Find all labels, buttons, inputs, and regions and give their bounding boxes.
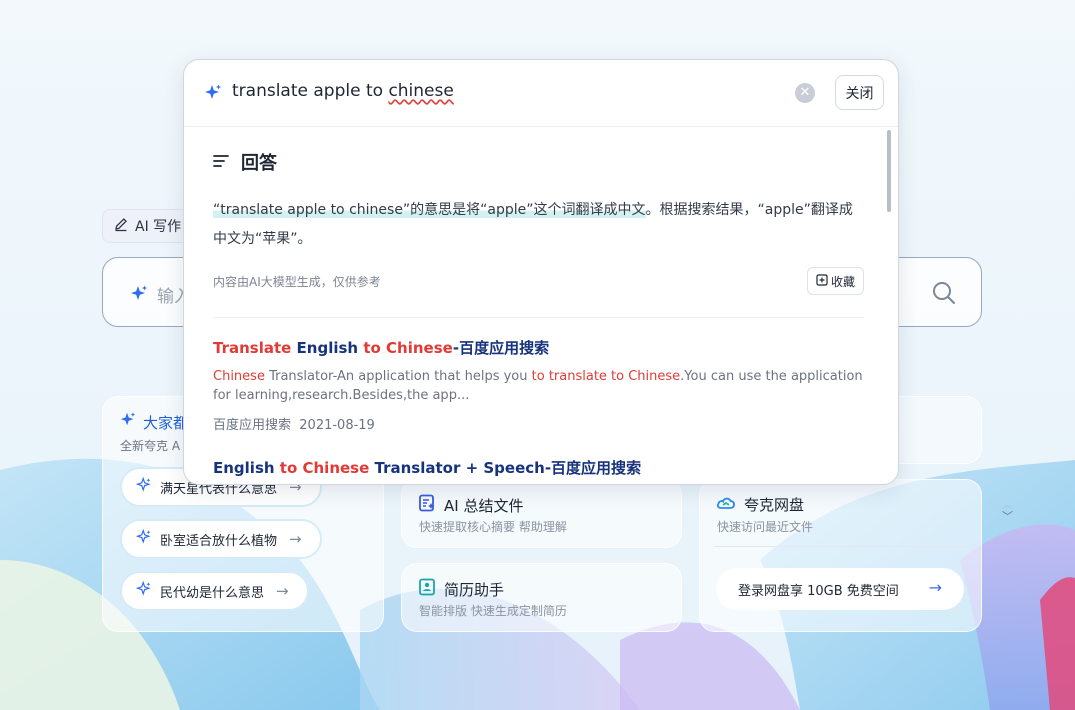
text-lines-icon [213,152,229,173]
cloud-icon [716,495,736,515]
cloud-title: 夸克网盘 [716,494,804,515]
clear-icon[interactable]: ✕ [795,83,815,103]
collect-button[interactable]: 收藏 [807,267,864,295]
popular-subtitle: 全新夸克 A [120,439,181,453]
search-popup: translate apple to chinese ✕ 关闭 回答 “tran… [183,59,899,485]
ai-write-tab[interactable]: AI 写作 [102,209,192,243]
bookmark-icon [816,273,828,289]
search-icon[interactable] [931,280,957,310]
chevron-down-icon: ﹀ [1002,510,1013,523]
resume-sub: 智能排版 快速生成定制简历 [419,604,567,618]
ai-summary-sub: 快速提取核心摘要 帮助理解 [419,520,567,534]
query-input[interactable]: translate apple to chinese [232,81,454,101]
ai-summary-card[interactable]: AI 总结文件 快速提取核心摘要 帮助理解 [401,479,682,548]
sparkle-icon [135,580,152,601]
ai-disclaimer: 内容由AI大模型生成，仅供参考 [213,275,381,289]
result-title-link[interactable]: English to Chinese Translator + Speech-百… [213,457,641,478]
cloud-login-button[interactable]: 登录网盘享 10GB 免费空间 → [716,568,964,610]
cloud-sub: 快速访问最近文件 [717,520,814,534]
arrow-right-icon: → [276,582,289,600]
suggestion-pill[interactable]: 卧室适合放什么植物 → [120,519,322,559]
resume-title: 简历助手 [418,578,504,600]
result-date: 2021-08-19 [299,418,375,433]
pen-icon [113,216,129,236]
close-button[interactable]: 关闭 [835,75,884,110]
result-title-link[interactable]: Translate English to Chinese-百度应用搜索 [213,337,549,358]
resume-icon [418,578,436,600]
sparkle-icon [129,284,149,308]
sparkle-icon [135,476,152,497]
suggestion-text: 卧室适合放什么植物 [160,533,278,549]
result-meta: 百度应用搜索 2021-08-19 [213,414,375,433]
result-snippet: Chinese Translator-An application that h… [213,369,863,403]
ai-summary-title: AI 总结文件 [418,494,523,516]
ai-write-label: AI 写作 [135,219,182,235]
answer-body: “translate apple to chinese”的意思是将“apple”… [213,196,863,254]
scrollbar[interactable] [887,130,891,212]
result-source: 百度应用搜索 [213,418,292,433]
cloud-drive-card: 夸克网盘 快速访问最近文件 登录网盘享 10GB 免费空间 → [699,479,982,632]
sparkle-icon [135,528,152,549]
sparkle-icon [119,411,137,433]
suggestion-text: 民代幼是什么意思 [160,585,265,601]
divider [213,317,864,318]
resume-card[interactable]: 简历助手 智能排版 快速生成定制简历 [401,563,682,632]
cloud-divider [714,546,967,547]
answer-heading: 回答 [213,149,277,175]
suggestion-pill[interactable]: 民代幼是什么意思 → [120,571,309,611]
answer-highlight: “translate apple to chinese”的意思是将“apple”… [213,202,646,218]
document-ai-icon [418,494,436,516]
popular-heading: 大家都 [119,411,188,433]
arrow-right-icon: → [289,530,302,548]
arrow-right-icon: → [928,578,942,597]
scroll-indicator[interactable]: ︿ ﹀ [1002,499,1013,523]
sparkle-icon [203,83,223,107]
popup-header: translate apple to chinese ✕ 关闭 [184,60,898,127]
